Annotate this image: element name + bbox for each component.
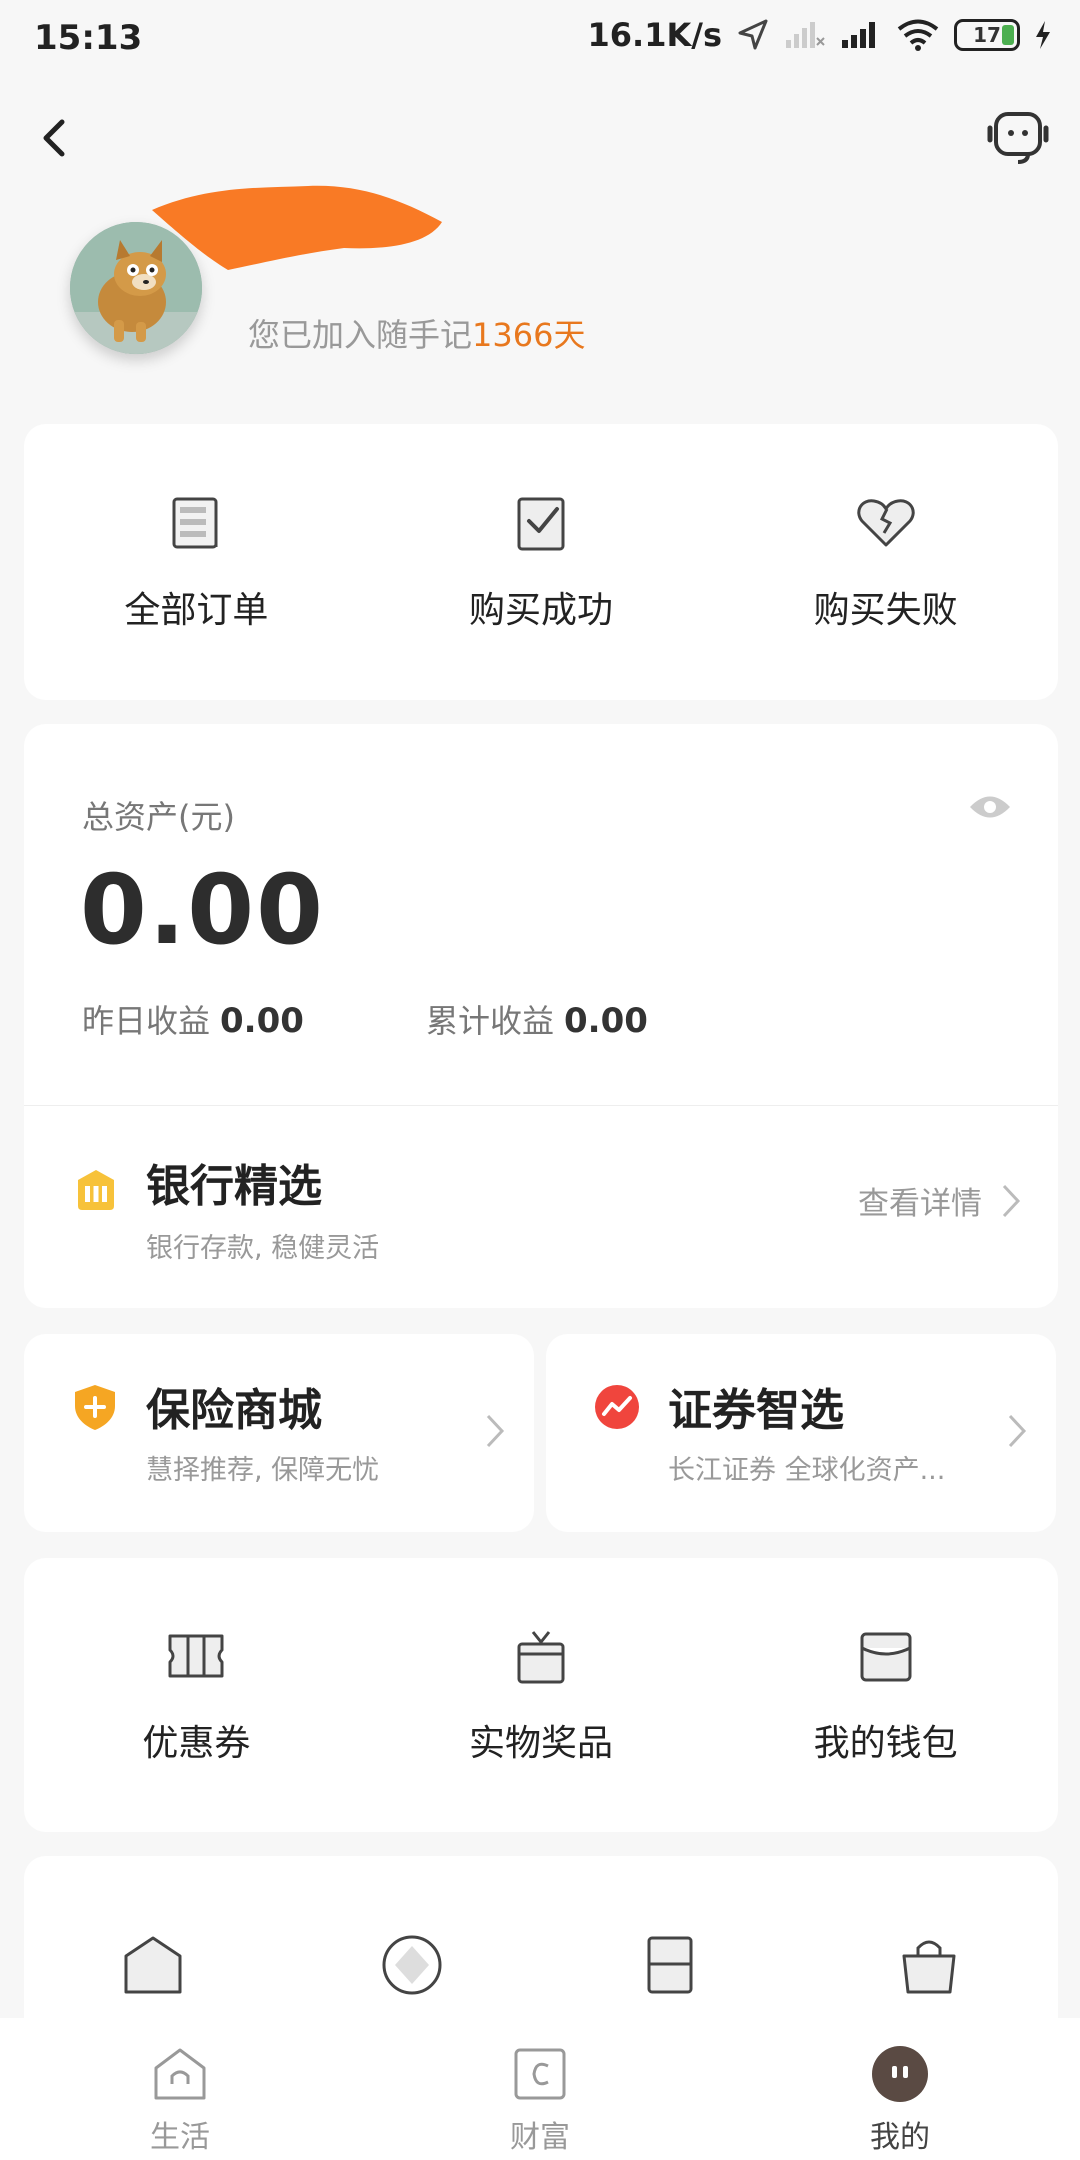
bottom-tab-bar: 生活 财富 我的 (0, 2018, 1080, 2160)
chevron-right-icon (1008, 1414, 1027, 1448)
assets-card: 总资产(元) 0.00 昨日收益 0.00 累计收益 0.00 银行精选 银行存款,… (24, 724, 1058, 1308)
tab-mine-label: 我的 (870, 2120, 930, 2155)
bank-title: 银行精选 (146, 1161, 322, 1212)
eye-icon[interactable] (968, 792, 1012, 822)
chevron-left-icon (43, 119, 65, 157)
home-tab-icon (154, 2048, 206, 2100)
status-bar: 15:13 16.1K/s 17 (0, 0, 1080, 78)
service-item[interactable] (24, 1930, 283, 2000)
securities-subtitle: 长江证券 全球化资产... (668, 1455, 946, 1486)
redacted-username (152, 185, 442, 270)
bank-selection-row[interactable]: 银行精选 银行存款, 稳健灵活 查看详情 (24, 1106, 1058, 1306)
yesterday-label: 昨日收益 (82, 1002, 211, 1040)
house-icon (124, 1936, 182, 1994)
securities-title: 证券智选 (668, 1385, 844, 1436)
coupon-icon (168, 1634, 224, 1678)
my-wallet-button[interactable]: 我的钱包 (713, 1558, 1058, 1832)
stock-chart-icon (595, 1385, 639, 1429)
insurance-mall-card[interactable]: 保险商城 慧择推荐, 保障无忧 (24, 1334, 534, 1532)
bank-subtitle: 银行存款, 稳健灵活 (146, 1233, 380, 1264)
joined-days: 1366天 (472, 316, 586, 354)
gift-box-icon (517, 1631, 565, 1684)
shield-plus-icon (75, 1385, 115, 1430)
physical-prize-label: 实物奖品 (469, 1723, 614, 1764)
chevron-right-icon (486, 1414, 505, 1448)
tab-wealth-label: 财富 (510, 2120, 570, 2155)
all-orders-label: 全部订单 (124, 590, 269, 631)
signal-empty-icon (786, 22, 825, 48)
network-speed: 16.1K/s (587, 16, 722, 54)
assets-title: 总资产(元) (82, 798, 235, 836)
chevron-right-icon (1002, 1184, 1021, 1217)
location-icon (738, 19, 768, 50)
purchase-failed-button[interactable]: 购买失败 (713, 424, 1058, 700)
charging-icon (1036, 21, 1050, 49)
broken-heart-icon (856, 499, 915, 547)
battery-level: 17 (973, 23, 1001, 47)
service-item[interactable] (800, 1930, 1059, 2000)
wallet-icon (860, 1632, 912, 1682)
wifi-icon (897, 19, 939, 51)
bank-icon (78, 1170, 114, 1210)
service-item[interactable] (283, 1930, 542, 2000)
insurance-subtitle: 慧择推荐, 保障无忧 (146, 1455, 380, 1486)
yesterday-earnings: 昨日收益 0.00 (82, 996, 304, 1042)
all-orders-button[interactable]: 全部订单 (24, 424, 369, 700)
checklist-icon (517, 497, 565, 551)
purchase-success-button[interactable]: 购买成功 (369, 424, 714, 700)
coupon-button[interactable]: 优惠券 (24, 1558, 369, 1832)
view-details-link[interactable]: 查看详情 (858, 1178, 1022, 1223)
cumulative-label: 累计收益 (426, 1002, 555, 1040)
coupon-label: 优惠券 (142, 1723, 251, 1764)
orders-card: 全部订单 购买成功 购买失败 (24, 424, 1058, 700)
rewards-card: 优惠券 实物奖品 我的钱包 (24, 1558, 1058, 1832)
tab-mine[interactable]: 我的 (720, 2018, 1080, 2160)
joined-days-text: 您已加入随手记1366天 (248, 310, 585, 356)
assets-total: 0.00 (80, 854, 325, 966)
shopping-bag-icon (902, 1940, 956, 1994)
back-button[interactable] (26, 108, 86, 168)
tab-wealth[interactable]: 财富 (360, 2018, 720, 2160)
my-wallet-label: 我的钱包 (813, 1723, 958, 1764)
diamond-circle-icon (382, 1935, 442, 1995)
view-details-label: 查看详情 (858, 1186, 982, 1222)
tab-life[interactable]: 生活 (0, 2018, 360, 2160)
securities-card[interactable]: 证券智选 长江证券 全球化资产... (546, 1334, 1056, 1532)
customer-service-icon (987, 112, 1049, 164)
cumulative-earnings: 累计收益 0.00 (426, 996, 648, 1042)
document-icon (647, 1936, 693, 1994)
physical-prize-button[interactable]: 实物奖品 (369, 1558, 714, 1832)
orders-list-icon (172, 497, 218, 549)
tab-life-label: 生活 (150, 2120, 210, 2155)
insurance-title: 保险商城 (146, 1385, 322, 1436)
battery-indicator: 17 (954, 19, 1020, 51)
wealth-tab-icon (514, 2048, 566, 2100)
service-item[interactable] (541, 1930, 800, 2000)
purchase-failed-label: 购买失败 (813, 590, 958, 631)
cumulative-value: 0.00 (564, 1001, 648, 1041)
yesterday-value: 0.00 (220, 1001, 304, 1041)
signal-icon (842, 22, 875, 48)
status-time: 15:13 (34, 18, 143, 58)
purchase-success-label: 购买成功 (469, 590, 614, 631)
joined-prefix: 您已加入随手记 (248, 316, 473, 354)
profile-tab-icon (872, 2046, 928, 2102)
customer-service-button[interactable] (984, 106, 1054, 170)
